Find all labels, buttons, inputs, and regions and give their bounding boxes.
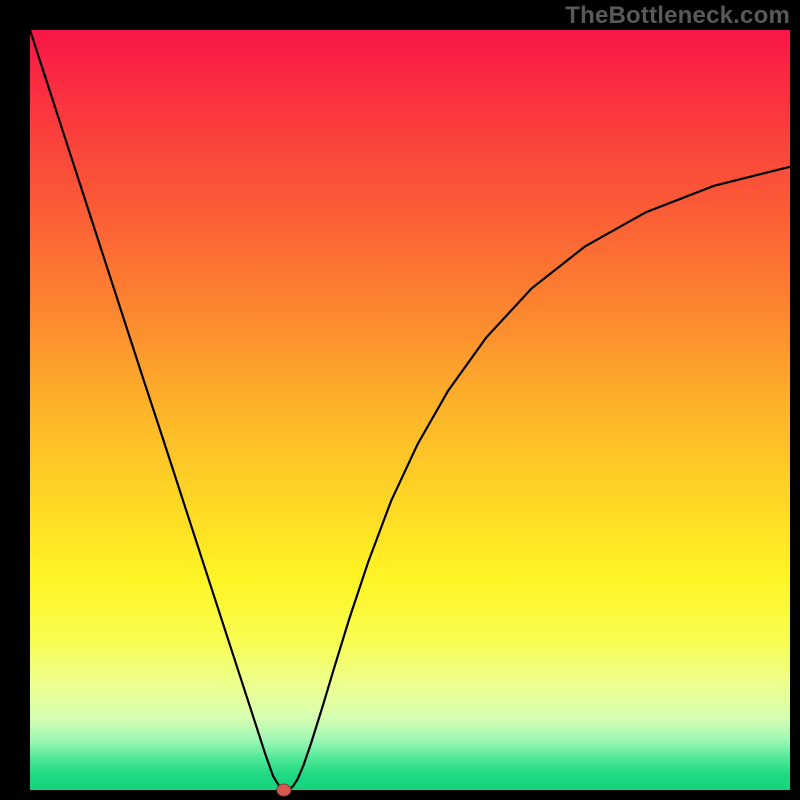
chart-container: TheBottleneck.com [0, 0, 800, 800]
plot-background [30, 30, 790, 790]
optimal-point-marker [277, 784, 291, 796]
bottleneck-chart [0, 0, 800, 800]
